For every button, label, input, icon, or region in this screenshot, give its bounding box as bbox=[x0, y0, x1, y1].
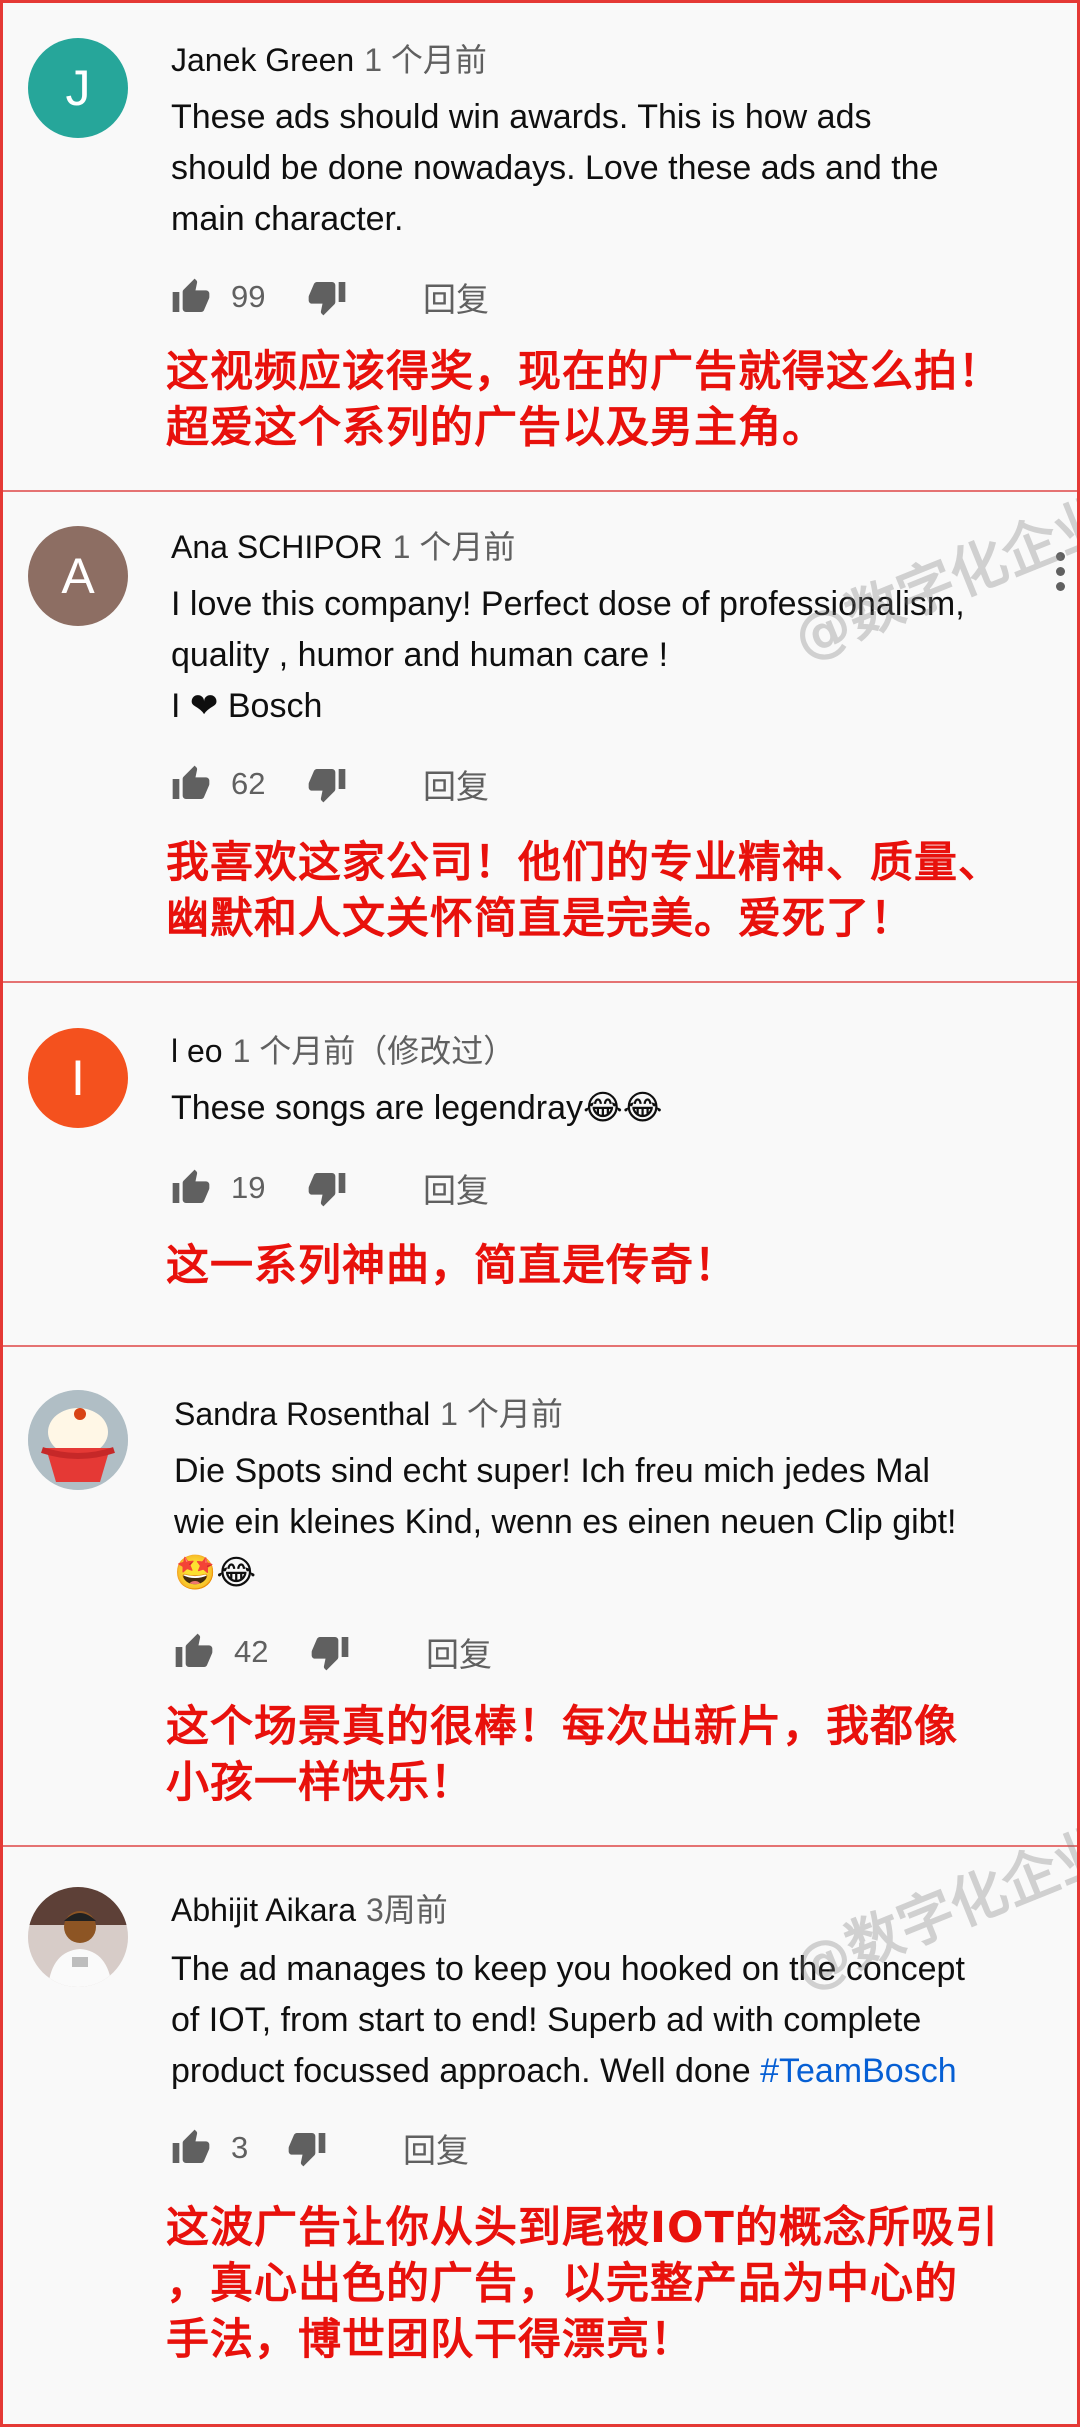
reply-button[interactable]: 回复 bbox=[423, 760, 489, 808]
person-photo-icon bbox=[28, 1887, 128, 1987]
comment-header: Sandra Rosenthal 1 个月前 bbox=[174, 1394, 563, 1434]
thumbs-down-icon[interactable] bbox=[310, 1632, 350, 1672]
chinese-translation: 这个场景真的很棒！每次出新片，我都像 小孩一样快乐！ bbox=[166, 1699, 1066, 1811]
timestamp: 1 个月前 bbox=[364, 42, 487, 78]
comment-text-line: I ❤ Bosch bbox=[171, 687, 323, 725]
laughing-emoji-icon: 😂😂 bbox=[583, 1089, 663, 1127]
comment-actions: 3 回复 bbox=[171, 2123, 469, 2173]
comment-actions: 99 回复 bbox=[171, 272, 489, 322]
thumbs-up-icon[interactable] bbox=[171, 764, 211, 804]
avatar[interactable]: A bbox=[28, 526, 128, 626]
divider bbox=[0, 1845, 1080, 1847]
like-count: 99 bbox=[231, 279, 266, 314]
timestamp: 1 个月前 bbox=[440, 1396, 563, 1432]
translation-line: 这一系列神曲，简直是传奇！ bbox=[166, 1241, 738, 1291]
chinese-translation: 这视频应该得奖，现在的广告就得这么拍！ 超爱这个系列的广告以及男主角。 bbox=[166, 344, 1066, 456]
comment-text-line: should be done nowadays. Love these ads … bbox=[171, 149, 939, 187]
heart-icon: ❤ bbox=[189, 687, 219, 725]
comment-text-line: These songs are legendray😂😂 bbox=[171, 1089, 663, 1127]
timestamp: 1 个月前 bbox=[392, 529, 516, 565]
cupcake-photo-icon bbox=[28, 1390, 128, 1490]
comment-text-line: main character. bbox=[171, 200, 404, 238]
translation-line: 我喜欢这家公司！他们的专业精神、质量、 bbox=[166, 838, 1002, 888]
author-name[interactable]: Abhijit Aikara bbox=[171, 1892, 356, 1928]
translation-line: ，真心出色的广告，以完整产品为中心的 bbox=[166, 2259, 958, 2309]
comment-text: These songs are legendray😂😂 bbox=[171, 1083, 1031, 1134]
timestamp: 3周前 bbox=[365, 1892, 448, 1928]
like-count: 3 bbox=[231, 2130, 249, 2165]
author-name[interactable]: Ana SCHIPOR bbox=[171, 529, 383, 565]
chinese-translation: 这波广告让你从头到尾被IOT的概念所吸引 ，真心出色的广告，以完整产品为中心的 … bbox=[166, 2200, 1066, 2368]
thumbs-down-icon[interactable] bbox=[307, 764, 347, 804]
hashtag-link[interactable]: #TeamBosch bbox=[760, 2052, 957, 2090]
translation-line: 幽默和人文关怀简直是完美。爱死了！ bbox=[166, 894, 914, 944]
emoji-line: 🤩😂 bbox=[174, 1554, 257, 1592]
comment-text: Die Spots sind echt super! Ich freu mich… bbox=[174, 1446, 1034, 1599]
timestamp: 1 个月前（修改过） bbox=[232, 1033, 516, 1069]
divider bbox=[0, 490, 1080, 492]
divider bbox=[0, 1345, 1080, 1347]
comment-header: Ana SCHIPOR 1 个月前 bbox=[171, 527, 515, 567]
chinese-translation: 这一系列神曲，简直是传奇！ bbox=[166, 1238, 1066, 1294]
comment-text-line: Die Spots sind echt super! Ich freu mich… bbox=[174, 1452, 930, 1490]
reply-button[interactable]: 回复 bbox=[403, 2124, 469, 2172]
author-name[interactable]: l eo bbox=[171, 1033, 223, 1069]
reply-button[interactable]: 回复 bbox=[423, 273, 489, 321]
avatar[interactable] bbox=[28, 1887, 128, 1987]
comment-header: l eo 1 个月前（修改过） bbox=[171, 1031, 515, 1071]
comment-header: Abhijit Aikara 3周前 bbox=[171, 1890, 448, 1930]
thumbs-down-icon[interactable] bbox=[307, 1168, 347, 1208]
translation-line: 超爱这个系列的广告以及男主角。 bbox=[166, 403, 826, 453]
comment-actions: 19 回复 bbox=[171, 1163, 489, 1213]
comment-text-line: of IOT, from start to end! Superb ad wit… bbox=[171, 2001, 922, 2039]
comment-text-line: product focussed approach. Well done #Te… bbox=[171, 2052, 957, 2090]
avatar[interactable] bbox=[28, 1390, 128, 1490]
comment-header: Janek Green 1 个月前 bbox=[171, 40, 487, 80]
translation-line: 这视频应该得奖，现在的广告就得这么拍！ bbox=[166, 347, 1002, 397]
comment-text: These ads should win awards. This is how… bbox=[171, 92, 1031, 245]
author-name[interactable]: Janek Green bbox=[171, 42, 354, 78]
thumbs-down-icon[interactable] bbox=[307, 277, 347, 317]
thumbs-up-icon[interactable] bbox=[171, 2128, 211, 2168]
reply-button[interactable]: 回复 bbox=[426, 1628, 492, 1676]
avatar[interactable]: J bbox=[28, 38, 128, 138]
like-count: 42 bbox=[234, 1634, 269, 1669]
chinese-translation: 我喜欢这家公司！他们的专业精神、质量、 幽默和人文关怀简直是完美。爱死了！ bbox=[166, 835, 1066, 947]
like-count: 62 bbox=[231, 766, 266, 801]
translation-line: 这波广告让你从头到尾被IOT的概念所吸引 bbox=[166, 2203, 999, 2253]
thumbs-up-icon[interactable] bbox=[171, 277, 211, 317]
avatar[interactable]: I bbox=[28, 1028, 128, 1128]
reply-button[interactable]: 回复 bbox=[423, 1164, 489, 1212]
divider bbox=[0, 981, 1080, 983]
thumbs-up-icon[interactable] bbox=[174, 1632, 214, 1672]
comment-text-line: wie ein kleines Kind, wenn es einen neue… bbox=[174, 1503, 957, 1541]
author-name[interactable]: Sandra Rosenthal bbox=[174, 1396, 430, 1432]
like-count: 19 bbox=[231, 1170, 266, 1205]
thumbs-up-icon[interactable] bbox=[171, 1168, 211, 1208]
translation-line: 这个场景真的很棒！每次出新片，我都像 bbox=[166, 1702, 958, 1752]
thumbs-down-icon[interactable] bbox=[287, 2128, 327, 2168]
translation-line: 手法，博世团队干得漂亮！ bbox=[166, 2315, 694, 2365]
comment-actions: 62 回复 bbox=[171, 759, 489, 809]
translation-line: 小孩一样快乐！ bbox=[166, 1758, 474, 1808]
comment-actions: 42 回复 bbox=[174, 1627, 492, 1677]
comment-text-line: These ads should win awards. This is how… bbox=[171, 98, 872, 136]
